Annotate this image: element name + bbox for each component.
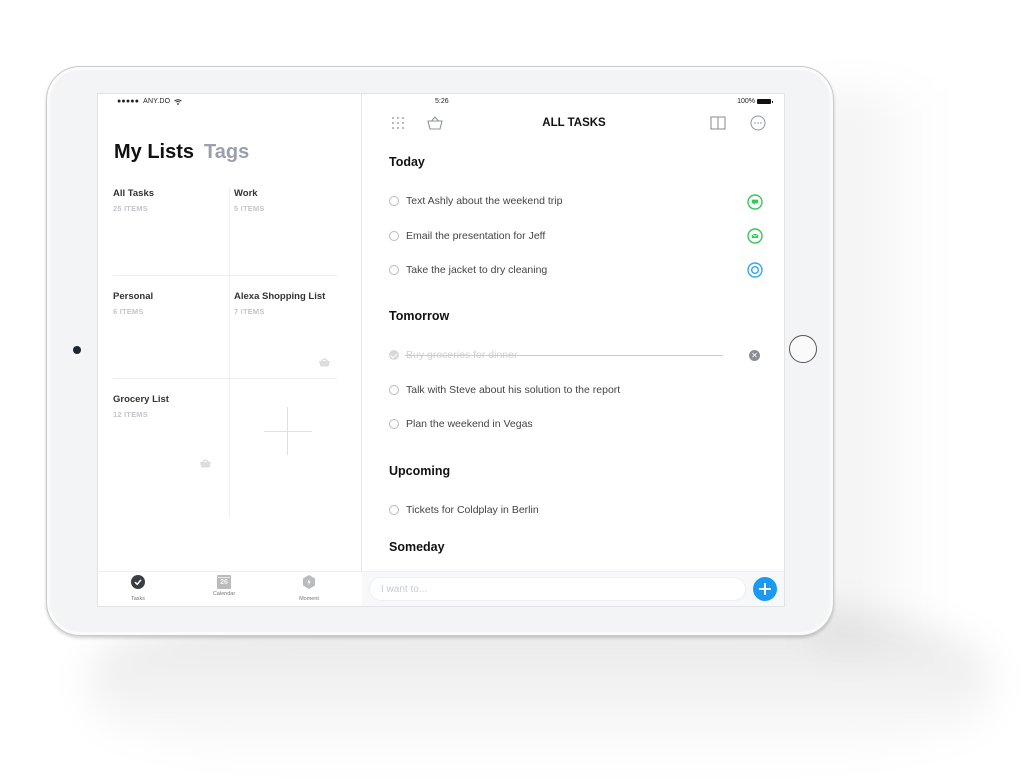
tasks-toolbar: ALL TASKS (362, 112, 784, 136)
task-item[interactable]: Plan the weekend in Vegas (389, 416, 769, 432)
more-icon[interactable] (749, 114, 767, 132)
check-circle-icon (131, 575, 145, 589)
basket-icon (319, 358, 330, 367)
list-count: 25 ITEMS (113, 204, 148, 213)
task-checkbox[interactable] (389, 231, 399, 241)
list-card-grocery[interactable]: Grocery List 12 ITEMS (113, 386, 229, 489)
tab-moment[interactable]: Moment (279, 575, 339, 602)
add-task-button[interactable] (753, 577, 777, 601)
tab-tasks[interactable]: Tasks (108, 575, 168, 602)
home-button[interactable] (789, 335, 817, 363)
message-icon[interactable] (747, 194, 763, 210)
basket-icon (200, 459, 211, 468)
book-icon[interactable] (709, 114, 727, 132)
lists-panel: ●●●●● ANY.DO My Lists Tags All Tasks 25 … (98, 94, 362, 606)
camera-icon (73, 346, 81, 354)
task-item[interactable]: Take the jacket to dry cleaning (389, 262, 769, 278)
list-name: Grocery List (113, 394, 169, 405)
remove-icon[interactable]: ✕ (749, 350, 760, 361)
list-count: 7 ITEMS (234, 307, 265, 316)
moment-hexagon-icon (303, 575, 315, 589)
completed-check-icon[interactable] (389, 350, 399, 360)
bottom-tab-bar: Tasks 26 Calendar Moment (98, 571, 362, 606)
status-time: 5:26 (435, 98, 449, 105)
tasks-panel: 5:26 100% ALL TASKS Today Text Ashly abo (362, 94, 784, 606)
task-item[interactable]: Talk with Steve about his solution to th… (389, 382, 769, 398)
task-item[interactable]: Tickets for Coldplay in Berlin (389, 502, 769, 518)
tab-label: Calendar (212, 591, 236, 597)
section-someday: Someday (389, 540, 445, 554)
task-item[interactable]: Text Ashly about the weekend trip (389, 193, 769, 209)
new-task-input[interactable] (369, 577, 746, 601)
tags-tab[interactable]: Tags (204, 141, 249, 164)
task-item-completed[interactable]: Buy groceries for dinner (389, 347, 769, 363)
task-checkbox[interactable] (389, 385, 399, 395)
task-text: Email the presentation for Jeff (406, 230, 546, 242)
list-name: All Tasks (113, 188, 155, 199)
strikethrough-line (405, 354, 723, 356)
my-lists-tab[interactable]: My Lists (114, 141, 194, 164)
task-checkbox[interactable] (389, 265, 399, 275)
task-text: Plan the weekend in Vegas (406, 418, 533, 430)
task-item[interactable]: Email the presentation for Jeff (389, 228, 769, 244)
list-name: Personal (113, 291, 154, 302)
list-card-all-tasks[interactable]: All Tasks 25 ITEMS (113, 180, 229, 283)
task-checkbox[interactable] (389, 196, 399, 206)
carrier-name: ANY.DO (143, 98, 171, 105)
wifi-icon (174, 98, 183, 105)
tab-label: Tasks (130, 596, 146, 602)
task-text: Take the jacket to dry cleaning (406, 264, 548, 276)
add-task-bar (362, 571, 784, 606)
list-card-personal[interactable]: Personal 6 ITEMS (113, 283, 229, 386)
add-list-button[interactable] (264, 407, 312, 455)
list-count: 6 ITEMS (113, 307, 144, 316)
list-name: Alexa Shopping List (234, 291, 326, 302)
email-icon[interactable] (747, 228, 763, 244)
lists-header: My Lists Tags (114, 141, 249, 164)
location-icon[interactable] (747, 262, 763, 278)
grid-divider-vertical (229, 188, 230, 518)
list-card-alexa-shopping[interactable]: Alexa Shopping List 7 ITEMS (234, 283, 350, 386)
device-shadow-side (820, 90, 940, 650)
tab-calendar[interactable]: 26 Calendar (194, 575, 254, 597)
calendar-day: 26 (220, 579, 228, 586)
app-screen: ●●●●● ANY.DO My Lists Tags All Tasks 25 … (97, 93, 785, 607)
calendar-icon: 26 (217, 575, 231, 589)
tab-label: Moment (299, 596, 319, 602)
status-carrier: ●●●●● ANY.DO (117, 98, 183, 105)
task-text: Tickets for Coldplay in Berlin (406, 504, 539, 516)
battery-icon (757, 99, 773, 104)
section-tomorrow: Tomorrow (389, 309, 450, 323)
task-text: Talk with Steve about his solution to th… (406, 384, 621, 396)
task-checkbox[interactable] (389, 505, 399, 515)
signal-icon: ●●●●● (117, 98, 140, 105)
section-today: Today (389, 155, 425, 169)
battery-percent: 100% (737, 98, 755, 105)
list-count: 12 ITEMS (113, 410, 148, 419)
task-text: Text Ashly about the weekend trip (406, 195, 563, 207)
task-checkbox[interactable] (389, 419, 399, 429)
list-count: 5 ITEMS (234, 204, 265, 213)
section-upcoming: Upcoming (389, 464, 451, 478)
list-card-work[interactable]: Work 5 ITEMS (234, 180, 350, 283)
list-name: Work (234, 188, 258, 199)
status-battery: 100% (737, 98, 773, 105)
